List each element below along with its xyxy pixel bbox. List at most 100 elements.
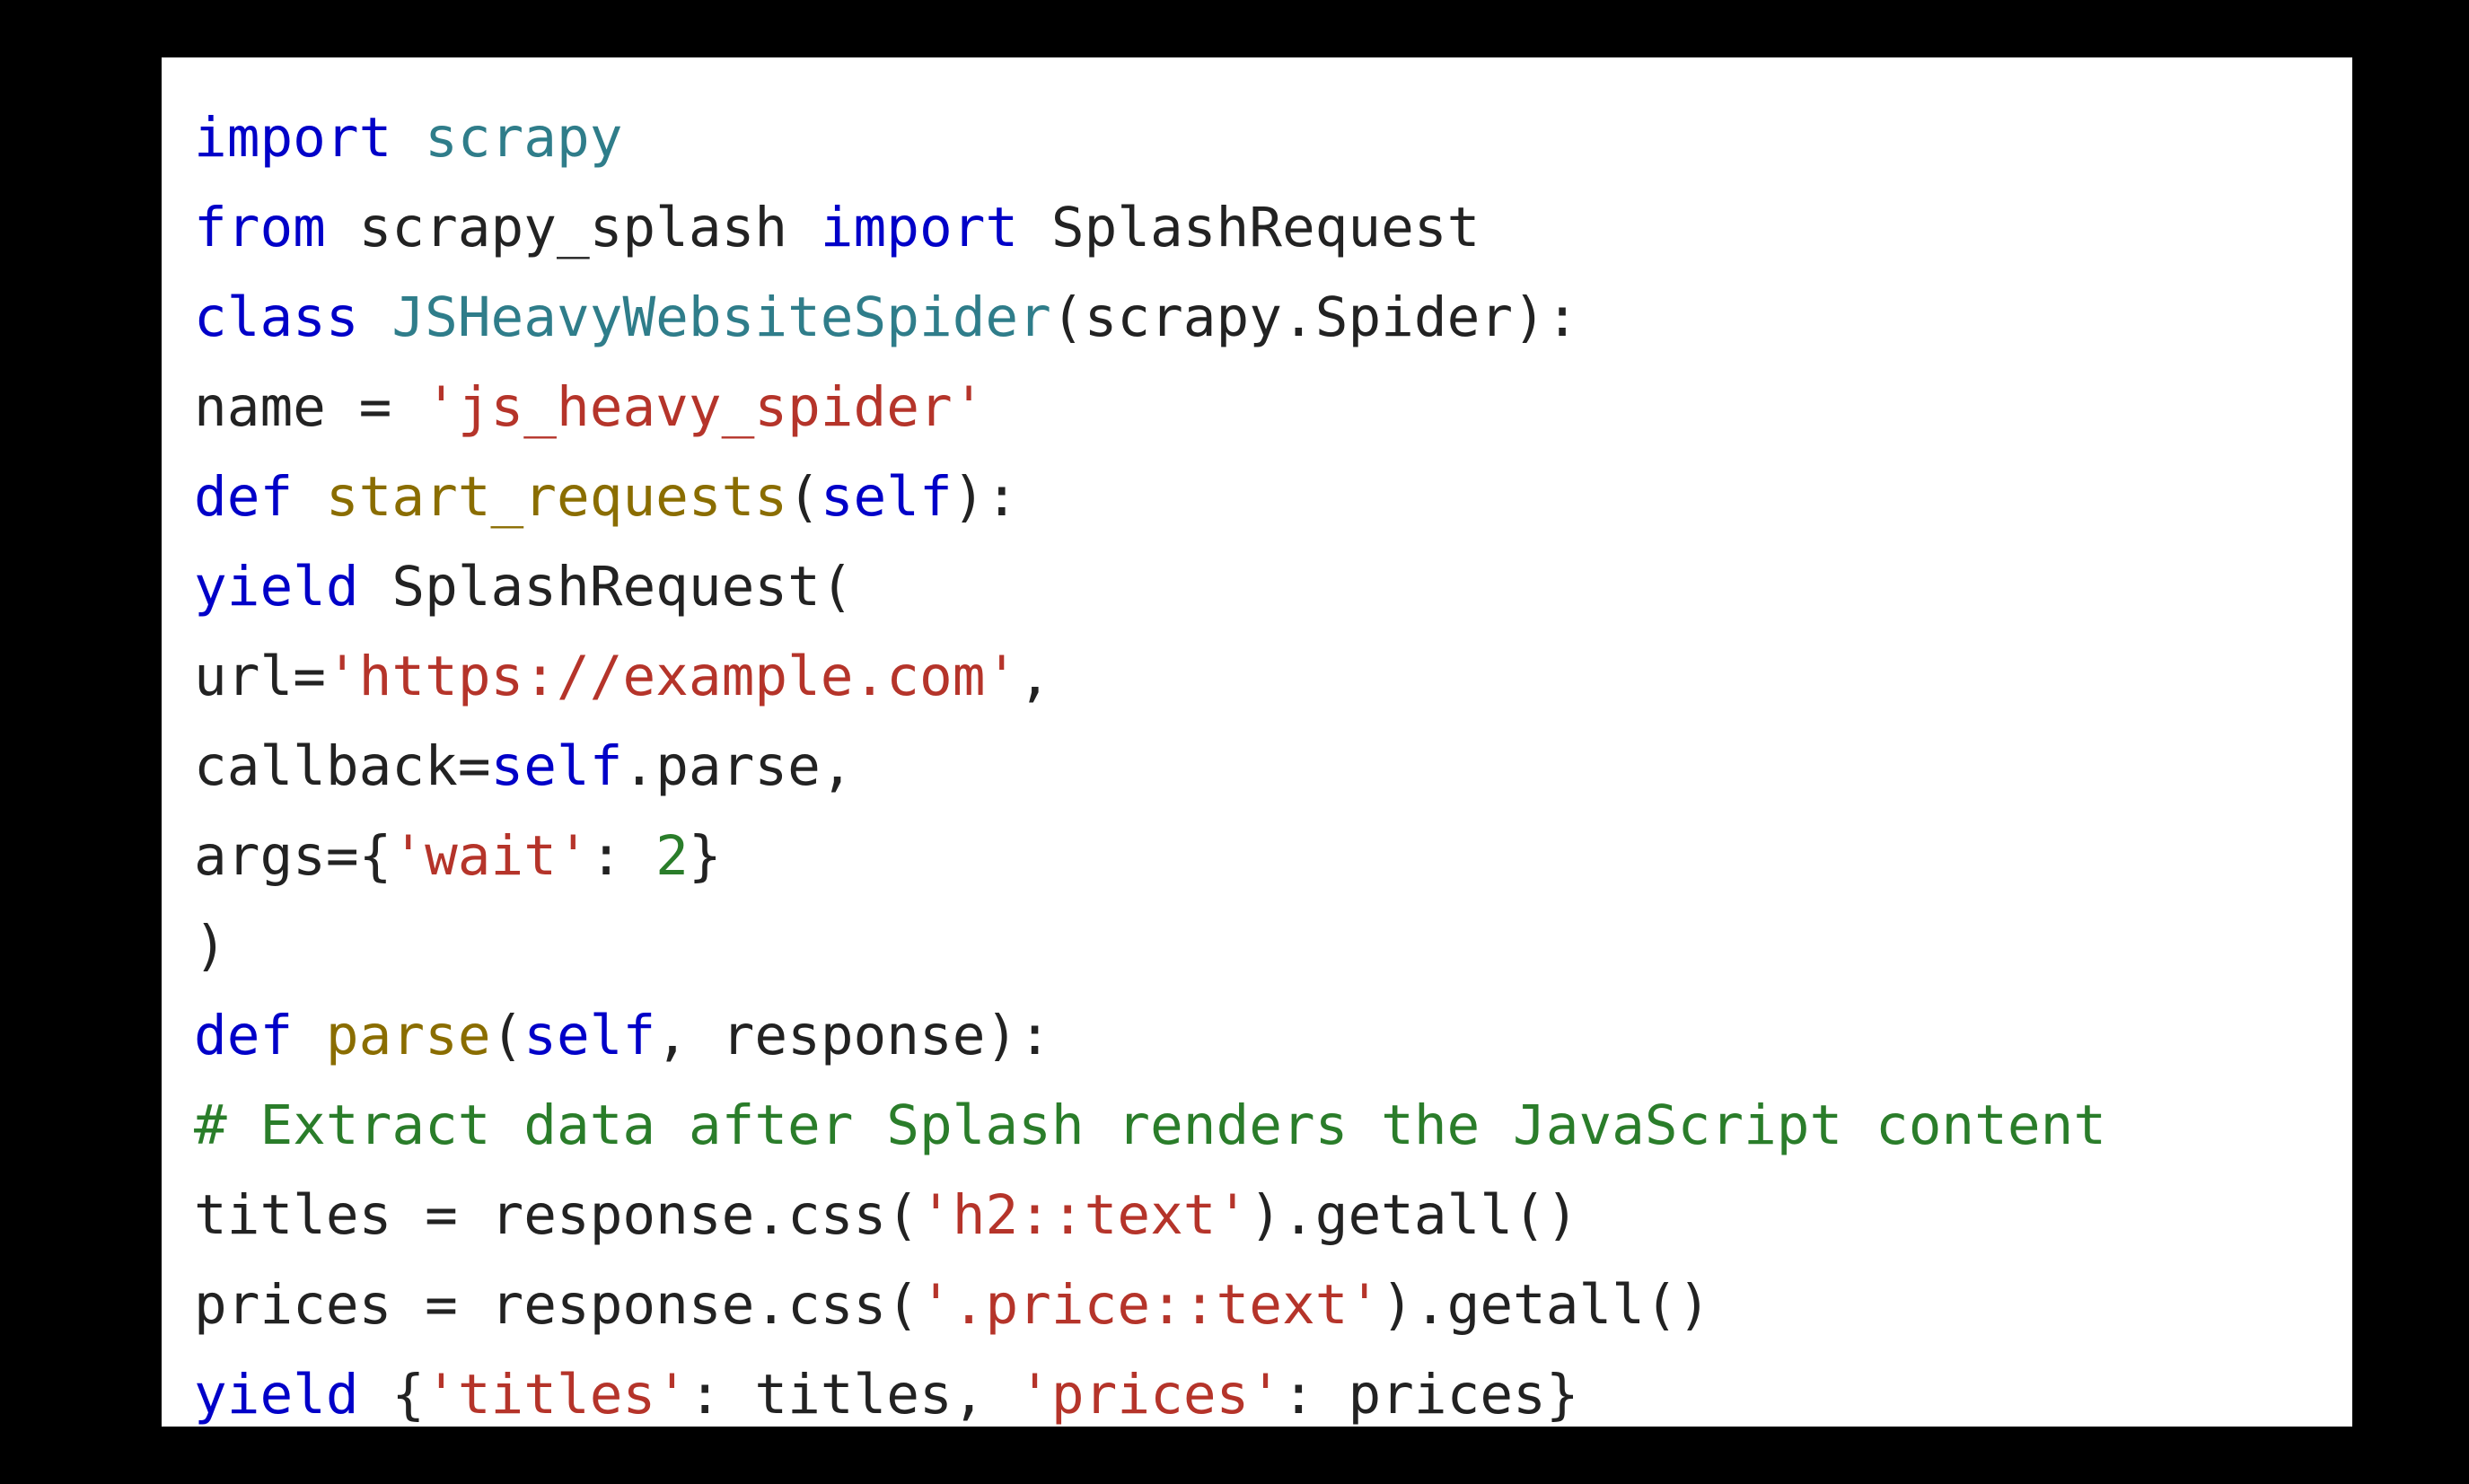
code-token-id: parse: [655, 734, 821, 798]
code-token-id: getall: [1447, 1273, 1645, 1337]
code-token-id: prices: [194, 1273, 425, 1337]
code-token-punct: }: [689, 824, 722, 888]
code-text: import scrapy from scrapy_splash import …: [194, 93, 2320, 1440]
code-token-id: prices: [1348, 1363, 1545, 1427]
code-token-punct: =: [293, 645, 326, 708]
code-token-kw: import: [194, 106, 391, 170]
code-token-punct: =: [359, 375, 425, 439]
code-line: yield SplashRequest(: [194, 555, 854, 619]
code-token-kw: class: [194, 285, 359, 349]
code-line: prices = response.css('.price::text').ge…: [194, 1273, 1710, 1337]
code-token-fn: start_requests: [326, 465, 787, 529]
code-line: yield {'titles': titles, 'prices': price…: [194, 1363, 1579, 1427]
code-line: args={'wait': 2}: [194, 824, 722, 888]
code-block: import scrapy from scrapy_splash import …: [162, 57, 2352, 1427]
code-line: def start_requests(self):: [194, 465, 1018, 529]
code-token-id: Spider: [1315, 285, 1513, 349]
code-token-kw: def: [194, 465, 293, 529]
code-token-id: getall: [1315, 1183, 1513, 1247]
code-line: class JSHeavyWebsiteSpider(scrapy.Spider…: [194, 285, 1579, 349]
code-line: # Extract data after Splash renders the …: [194, 1093, 2106, 1157]
code-token-kw: import: [821, 196, 1018, 259]
code-token-punct: {: [391, 1363, 425, 1427]
code-token-self: self: [491, 734, 623, 798]
code-token-punct: (: [821, 555, 854, 619]
code-token-str: 'js_heavy_spider': [425, 375, 985, 439]
code-token-punct: .: [1282, 285, 1315, 349]
code-token-id: scrapy_splash: [326, 196, 821, 259]
code-token-str: '.price::text': [919, 1273, 1381, 1337]
code-token-punct: ,: [953, 1363, 1018, 1427]
code-token-punct: .: [754, 1183, 787, 1247]
code-token-punct: =: [425, 1183, 490, 1247]
code-token-punct: ).: [1249, 1183, 1314, 1247]
code-token-id: name: [194, 375, 359, 439]
code-token-id: [359, 285, 392, 349]
code-token-punct: ): [194, 914, 227, 978]
code-token-id: response: [722, 1004, 986, 1067]
code-token-id: SplashRequest: [1018, 196, 1480, 259]
code-token-num: 2: [655, 824, 689, 888]
code-token-str: 'prices': [1018, 1363, 1282, 1427]
code-token-punct: (: [886, 1183, 919, 1247]
code-token-kw: yield: [194, 555, 359, 619]
code-token-punct: =: [425, 1273, 490, 1337]
code-token-punct: (): [1645, 1273, 1710, 1337]
code-token-id: [293, 1004, 326, 1067]
code-token-id: [391, 106, 425, 170]
code-token-kw: from: [194, 196, 326, 259]
code-token-punct: :: [1282, 1363, 1348, 1427]
code-line: def parse(self, response):: [194, 1004, 1051, 1067]
code-token-punct: (: [1051, 285, 1085, 349]
code-line: from scrapy_splash import SplashRequest: [194, 196, 1480, 259]
code-line: name = 'js_heavy_spider': [194, 375, 985, 439]
code-line: ): [194, 914, 227, 978]
code-token-id: [293, 465, 326, 529]
code-token-id: titles: [754, 1363, 952, 1427]
code-token-id: titles: [194, 1183, 425, 1247]
code-token-punct: ):: [953, 465, 1018, 529]
code-token-id: SplashRequest: [359, 555, 821, 619]
code-token-mod: scrapy: [425, 106, 622, 170]
code-token-id: css: [787, 1273, 886, 1337]
code-token-punct: (): [1513, 1183, 1578, 1247]
code-token-punct: .: [754, 1273, 787, 1337]
code-token-str: 'titles': [425, 1363, 689, 1427]
code-token-id: [359, 1363, 392, 1427]
code-token-punct: (: [886, 1273, 919, 1337]
code-token-cls: JSHeavyWebsiteSpider: [391, 285, 1051, 349]
code-token-punct: :: [689, 1363, 754, 1427]
code-token-punct: ={: [326, 824, 391, 888]
code-token-str: 'wait': [391, 824, 589, 888]
code-token-str: 'https://example.com': [326, 645, 1018, 708]
code-line: callback=self.parse,: [194, 734, 854, 798]
code-token-id: css: [787, 1183, 886, 1247]
code-token-punct: (: [787, 465, 821, 529]
code-token-id: response: [491, 1273, 755, 1337]
code-token-id: url: [194, 645, 293, 708]
code-token-punct: .: [622, 734, 655, 798]
code-token-id: scrapy: [1085, 285, 1282, 349]
code-line: titles = response.css('h2::text').getall…: [194, 1183, 1579, 1247]
code-token-punct: (: [491, 1004, 524, 1067]
code-token-id: callback: [194, 734, 458, 798]
code-token-punct: ).: [1381, 1273, 1446, 1337]
code-line: url='https://example.com',: [194, 645, 1051, 708]
code-token-str: 'h2::text': [919, 1183, 1249, 1247]
code-token-punct: ,: [821, 734, 854, 798]
code-token-kw: def: [194, 1004, 293, 1067]
code-line: import scrapy: [194, 106, 622, 170]
code-token-kw: yield: [194, 1363, 359, 1427]
code-token-punct: ,: [655, 1004, 721, 1067]
code-token-id: response: [491, 1183, 755, 1247]
code-token-id: args: [194, 824, 326, 888]
code-token-fn: parse: [326, 1004, 491, 1067]
code-token-punct: ):: [1513, 285, 1578, 349]
code-token-punct: ,: [1018, 645, 1051, 708]
code-token-punct: }: [1546, 1363, 1579, 1427]
code-token-punct: ):: [985, 1004, 1050, 1067]
code-token-cmt: # Extract data after Splash renders the …: [194, 1093, 2106, 1157]
code-token-self: self: [821, 465, 953, 529]
code-token-punct: =: [458, 734, 491, 798]
code-token-self: self: [523, 1004, 655, 1067]
